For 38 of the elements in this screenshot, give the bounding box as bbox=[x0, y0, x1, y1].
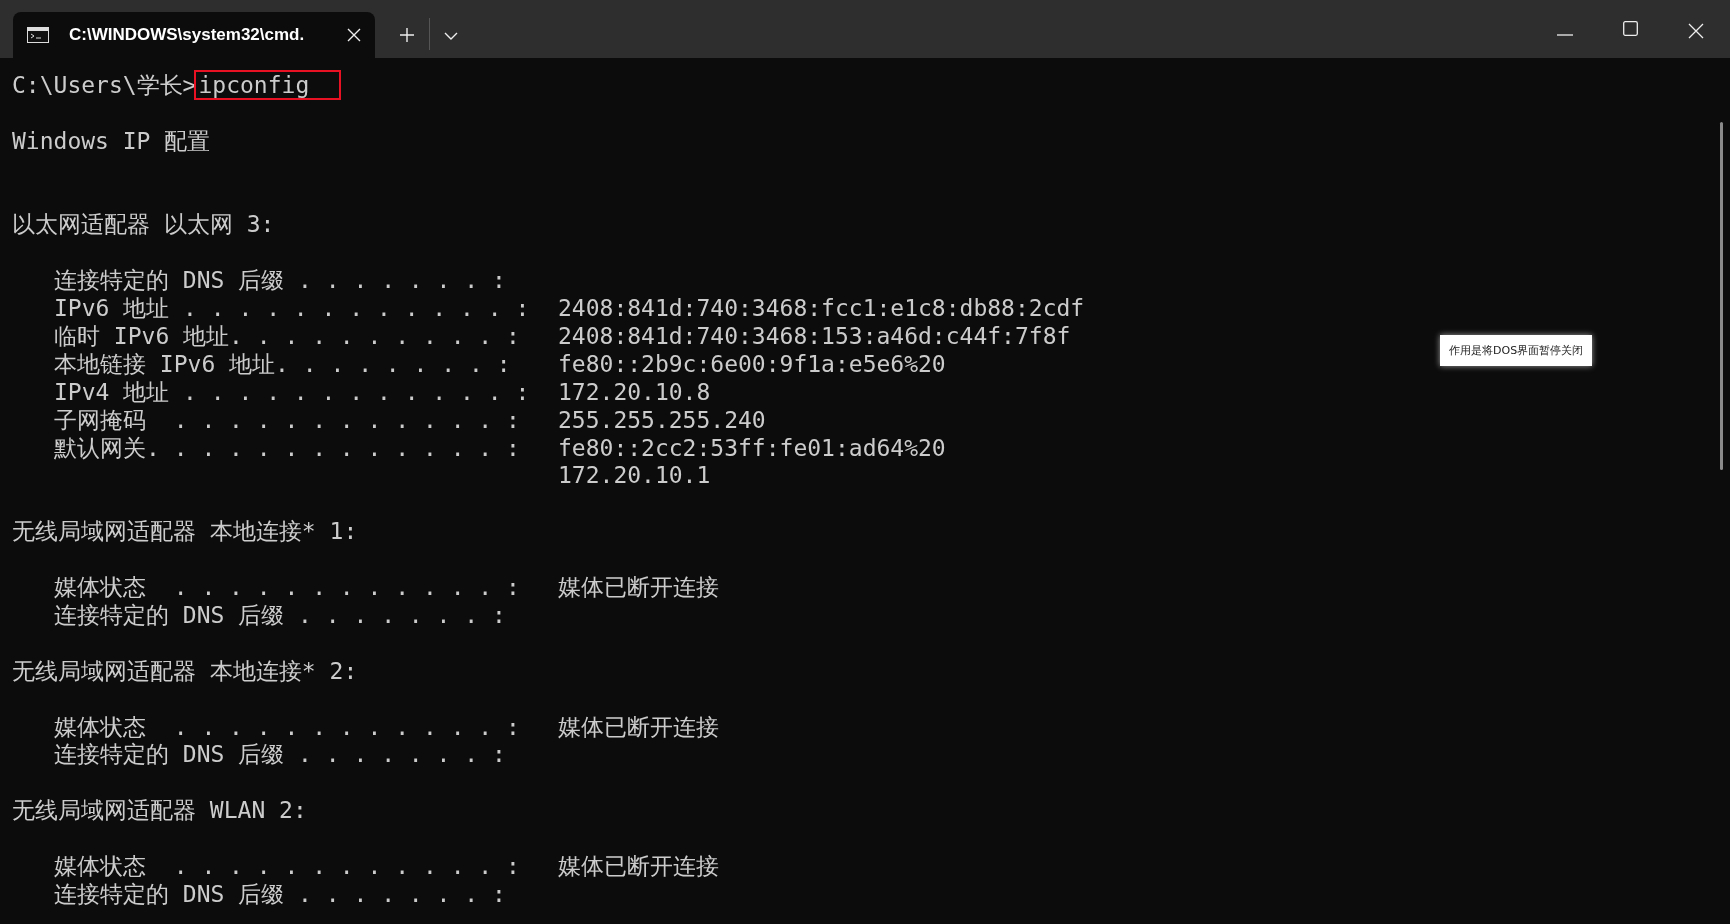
entry-label: 媒体状态 . . . . . . . . . . . . : bbox=[54, 713, 520, 740]
entry-label: 子网掩码 . . . . . . . . . . . . : bbox=[54, 406, 520, 433]
terminal-icon bbox=[27, 27, 49, 43]
maximize-icon[interactable] bbox=[1623, 21, 1638, 36]
terminal-tab[interactable]: C:\WINDOWS\system32\cmd. bbox=[13, 12, 375, 58]
entry-label: 媒体状态 . . . . . . . . . . . . : bbox=[54, 852, 520, 879]
close-icon[interactable] bbox=[1688, 23, 1704, 39]
entry-value: fe80::2b9c:6e00:9f1a:e5e6%20 bbox=[558, 350, 946, 379]
close-icon[interactable] bbox=[347, 28, 361, 42]
entry-label: 临时 IPv6 地址. . . . . . . . . . : bbox=[54, 323, 520, 350]
entry-label: 连接特定的 DNS 后缀 . . . . . . . : bbox=[54, 741, 506, 768]
output-title: Windows IP 配置 bbox=[12, 127, 212, 156]
entry-value: 媒体已断开连接 bbox=[558, 713, 719, 742]
entry-value: 172.20.10.8 bbox=[558, 378, 711, 407]
dropdown-icon[interactable] bbox=[444, 32, 458, 40]
entry-label: 连接特定的 DNS 后缀 . . . . . . . : bbox=[54, 267, 506, 294]
entry-value: 2408:841d:740:3468:153:a46d:c44f:7f8f bbox=[558, 323, 1071, 351]
entry-value: 255.255.255.240 bbox=[558, 406, 766, 435]
annotation-note: 作用是将DOS界面暂停关闭 bbox=[1440, 335, 1593, 366]
entry-label: 默认网关. . . . . . . . . . . . . : bbox=[54, 434, 520, 461]
entry-label: 连接特定的 DNS 后缀 . . . . . . . : bbox=[54, 880, 506, 907]
command-text: ipconfig bbox=[196, 72, 340, 98]
entry-label: 本地链接 IPv6 地址. . . . . . . . : bbox=[54, 350, 511, 377]
entry-value: 媒体已断开连接 bbox=[558, 852, 719, 881]
entry-label: IPv6 地址 . . . . . . . . . . . . : bbox=[54, 295, 530, 322]
adapter-heading: 无线局域网适配器 本地连接* 1: bbox=[12, 518, 359, 547]
entry-value: 2408:841d:740:3468:fcc1:e1c8:db88:2cdf bbox=[558, 295, 1085, 324]
entry-label: 连接特定的 DNS 后缀 . . . . . . . : bbox=[54, 601, 506, 628]
entry-value: 172.20.10.1 bbox=[558, 462, 711, 491]
adapter-heading: 无线局域网适配器 本地连接* 2: bbox=[12, 657, 359, 686]
entry-label: 媒体状态 . . . . . . . . . . . . : bbox=[54, 574, 520, 601]
adapter-heading: 无线局域网适配器 WLAN 2: bbox=[12, 797, 308, 826]
entry-value: 媒体已断开连接 bbox=[558, 574, 719, 602]
scrollbar[interactable] bbox=[1720, 122, 1723, 470]
entry-label: IPv4 地址 . . . . . . . . . . . . : bbox=[54, 378, 530, 405]
adapter-heading: 以太网适配器 以太网 3: bbox=[12, 211, 276, 240]
entry-value: fe80::2cc2:53ff:fe01:ad64%20 bbox=[558, 434, 946, 463]
new-tab-icon[interactable] bbox=[399, 27, 415, 43]
